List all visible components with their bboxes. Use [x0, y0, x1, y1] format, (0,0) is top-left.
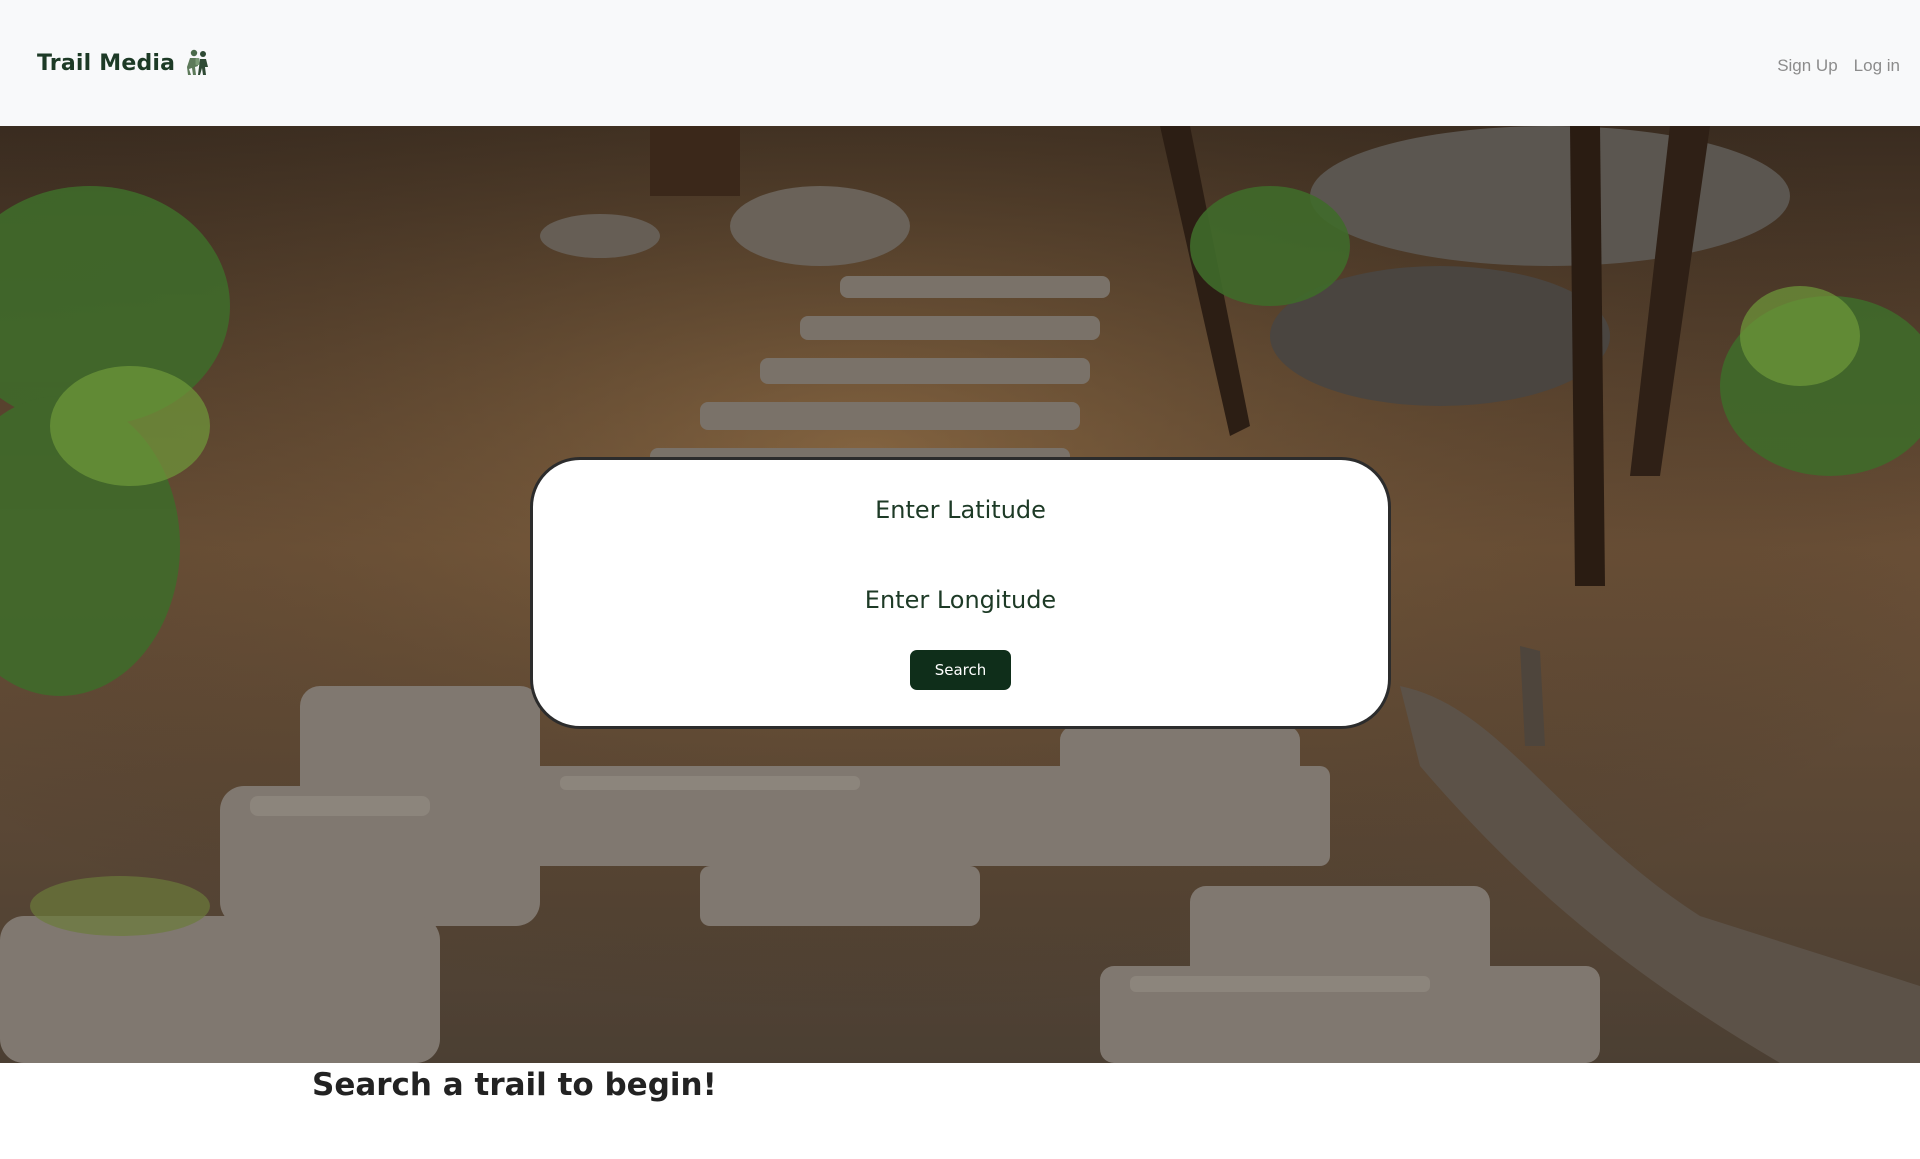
- brand-link[interactable]: Trail Media: [37, 47, 213, 79]
- search-button[interactable]: Search: [910, 650, 1011, 690]
- search-form: Search: [530, 457, 1391, 729]
- signup-link[interactable]: Sign Up: [1777, 56, 1837, 76]
- search-prompt-heading: Search a trail to begin!: [312, 1067, 717, 1103]
- nav-links: Sign Up Log in: [1777, 56, 1900, 76]
- brand-name: Trail Media: [37, 50, 176, 76]
- navbar: Trail Media Sign Up Log in: [0, 0, 1920, 126]
- login-link[interactable]: Log in: [1854, 56, 1900, 76]
- hero-section: Search: [0, 126, 1920, 1063]
- longitude-input[interactable]: [760, 580, 1161, 620]
- hikers-icon: [187, 49, 209, 75]
- latitude-input[interactable]: [760, 490, 1161, 530]
